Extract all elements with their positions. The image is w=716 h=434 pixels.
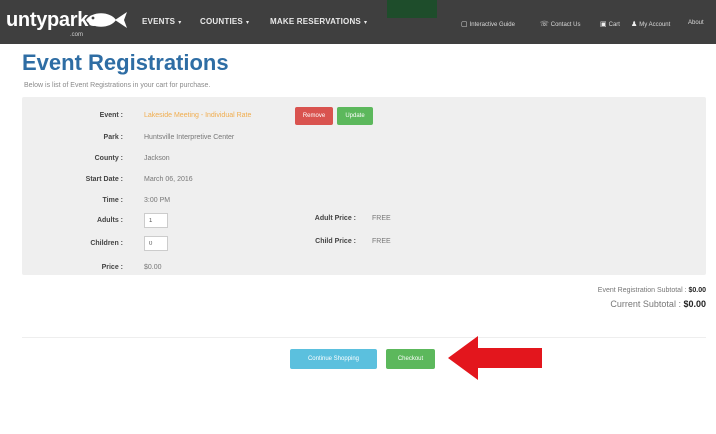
remove-button[interactable]: Remove	[295, 107, 333, 125]
event-label: Event :	[99, 112, 123, 119]
chevron-down-icon: ▾	[363, 20, 368, 26]
children-quantity-input[interactable]	[144, 236, 168, 251]
nav-highlight-tab[interactable]	[387, 0, 437, 18]
logo-domain: .com	[70, 32, 84, 38]
price-value: $0.00	[144, 264, 162, 271]
current-subtotal-label: Current Subtotal :	[610, 299, 681, 309]
checkout-button[interactable]: Checkout	[386, 349, 435, 369]
section-divider	[22, 337, 706, 338]
nav-counties[interactable]: COUNTIES ▾	[200, 17, 249, 26]
continue-shopping-button[interactable]: Continue Shopping	[290, 349, 377, 369]
phone-icon: ☏	[540, 21, 549, 28]
child-price-value: FREE	[372, 238, 391, 245]
event-registration-subtotal-value: $0.00	[688, 287, 706, 294]
county-label: County :	[94, 155, 123, 162]
fish-logo-icon[interactable]	[84, 10, 128, 30]
utility-about[interactable]: About	[688, 20, 704, 26]
children-label: Children :	[90, 240, 123, 247]
price-label: Price :	[101, 264, 123, 271]
utility-interactive-guide-label: Interactive Guide	[469, 22, 515, 28]
park-value: Huntsville Interpretive Center	[144, 134, 235, 141]
update-button[interactable]: Update	[337, 107, 373, 125]
adults-quantity-input[interactable]	[144, 213, 168, 228]
event-registration-subtotal-label: Event Registration Subtotal :	[597, 287, 687, 294]
page-subtitle: Below is list of Event Registrations in …	[24, 82, 211, 89]
child-price-label: Child Price :	[315, 238, 356, 245]
time-value: 3:00 PM	[144, 197, 171, 204]
left-arrow-annotation-icon	[448, 336, 542, 380]
utility-my-account-label: My Account	[639, 22, 671, 28]
adult-price-value: FREE	[372, 215, 391, 222]
adults-label: Adults :	[96, 217, 123, 224]
nav-make-reservations-label: MAKE RESERVATIONS	[270, 17, 361, 26]
adult-price-label: Adult Price :	[314, 215, 356, 222]
user-icon: ♟	[631, 21, 638, 28]
nav-counties-label: COUNTIES	[200, 17, 243, 26]
cart-icon: ▣	[600, 21, 607, 28]
nav-events-label: EVENTS	[142, 17, 176, 26]
event-registration-subtotal: Event Registration Subtotal : $0.00	[598, 287, 706, 294]
chevron-down-icon: ▾	[245, 20, 250, 26]
nav-events[interactable]: EVENTS ▾	[142, 17, 181, 26]
nav-make-reservations[interactable]: MAKE RESERVATIONS ▾	[270, 17, 367, 26]
calendar-icon: ▢	[461, 21, 468, 28]
page-title: Event Registrations	[22, 50, 229, 75]
event-name-link[interactable]: Lakeside Meeting - Individual Rate	[144, 112, 251, 119]
time-label: Time :	[102, 197, 124, 204]
utility-cart[interactable]: ▣ Cart	[600, 20, 620, 28]
utility-interactive-guide[interactable]: ▢ Interactive Guide	[461, 20, 515, 28]
current-subtotal: Current Subtotal : $0.00	[610, 299, 706, 309]
utility-cart-label: Cart	[608, 22, 620, 28]
start-date-label: Start Date :	[85, 176, 123, 183]
registration-panel: Event : Park : County : Start Date : Tim…	[22, 97, 706, 275]
start-date-value: March 06, 2016	[144, 176, 193, 183]
utility-about-label: About	[688, 20, 704, 26]
utility-contact-us-label: Contact Us	[550, 22, 581, 28]
utility-my-account[interactable]: ♟ My Account	[631, 20, 670, 28]
top-navbar: untyparks .com EVENTS ▾ COUNTIES ▾ MAKE RE…	[0, 0, 716, 44]
park-label: Park :	[103, 134, 123, 141]
utility-contact-us[interactable]: ☏ Contact Us	[540, 20, 580, 28]
county-value: Jackson	[144, 155, 170, 162]
current-subtotal-value: $0.00	[683, 299, 706, 309]
chevron-down-icon: ▾	[178, 20, 182, 26]
